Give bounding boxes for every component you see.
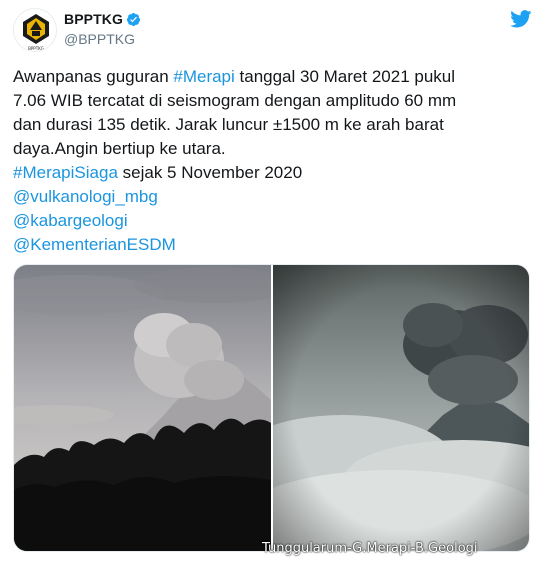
tweet-line: Awanpanas guguran #Merapi tanggal 30 Mar… (13, 65, 533, 89)
tweet-line: @KementerianESDM (13, 233, 533, 257)
twitter-bird-icon[interactable] (510, 10, 532, 28)
mention-link[interactable]: @kabargeologi (13, 211, 128, 230)
tweet-line: dan durasi 135 detik. Jarak luncur ±1500… (13, 113, 533, 137)
tweet-text-segment: daya.Angin bertiup ke utara. (13, 139, 226, 158)
tweet-line: #MerapiSiaga sejak 5 November 2020 (13, 161, 533, 185)
tweet-text-segment: dan durasi 135 detik. Jarak luncur ±1500… (13, 115, 444, 134)
display-name[interactable]: BPPTKG (64, 11, 123, 27)
tweet-text-segment: tanggal 30 Maret 2021 pukul (234, 67, 456, 86)
verified-badge-icon (126, 12, 141, 27)
account-names: BPPTKG @BPPTKG (64, 10, 141, 47)
mention-link[interactable]: @vulkanologi_mbg (13, 187, 158, 206)
photo-merapi-left[interactable] (14, 265, 271, 551)
tweet-line: 7.06 WIB tercatat di seismogram dengan a… (13, 89, 533, 113)
tweet-card: BPPTKG BPPTKG @BPPTKG Awanpanas guguran … (0, 0, 545, 564)
mention-link[interactable]: @KementerianESDM (13, 235, 176, 254)
tweet-text-segment: Awanpanas guguran (13, 67, 174, 86)
photo-merapi-right[interactable] (273, 265, 529, 551)
tweet-text: Awanpanas guguran #Merapi tanggal 30 Mar… (13, 65, 533, 257)
tweet-line: @vulkanologi_mbg (13, 185, 533, 209)
tweet-line: @kabargeologi (13, 209, 533, 233)
handle[interactable]: @BPPTKG (64, 31, 141, 47)
avatar[interactable]: BPPTKG (13, 8, 57, 52)
avatar-label: BPPTKG (28, 46, 44, 51)
tweet-text-segment: sejak 5 November 2020 (117, 163, 303, 182)
tweet-text-segment: 7.06 WIB tercatat di seismogram dengan a… (13, 91, 457, 110)
bpptkg-logo-icon: BPPTKG (14, 9, 56, 51)
hashtag-link[interactable]: #MerapiSiaga (13, 163, 118, 182)
photo-caption: Tunggularum-G.Merapi-B.Geologi (262, 541, 478, 556)
media-grid (13, 264, 530, 552)
hashtag-link[interactable]: #Merapi (173, 67, 234, 86)
tweet-line: daya.Angin bertiup ke utara. (13, 137, 533, 161)
